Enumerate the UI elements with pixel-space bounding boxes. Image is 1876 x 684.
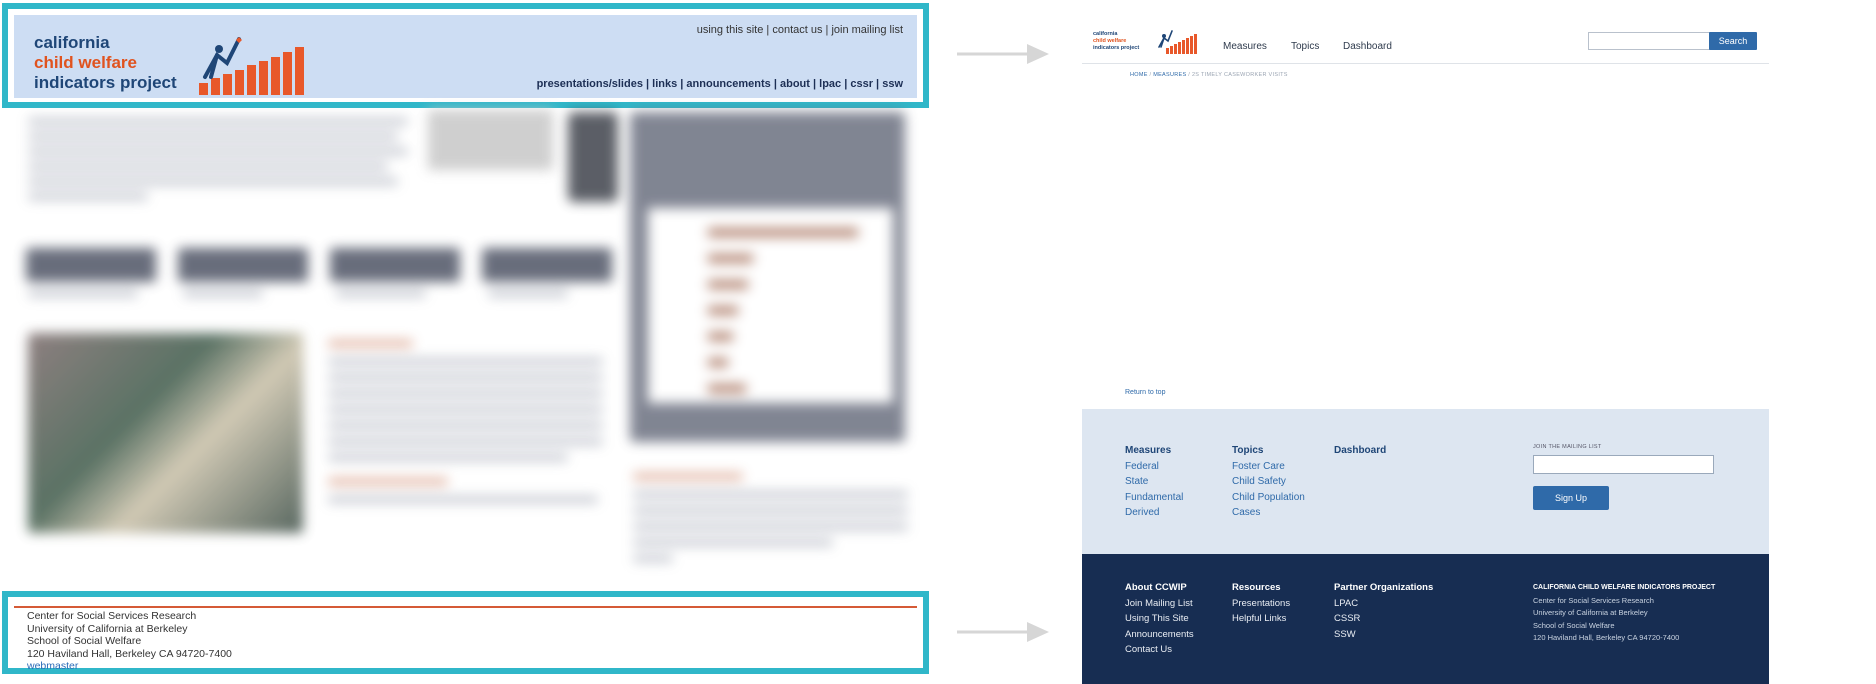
- footer-address-line: School of Social Welfare: [1533, 620, 1615, 630]
- old-logo-line-1: california: [34, 33, 110, 52]
- footer-link-ssw[interactable]: SSW: [1334, 627, 1433, 643]
- new-logo[interactable]: california child welfare indicators proj…: [1093, 31, 1139, 52]
- footer-dashboard-title[interactable]: Dashboard: [1334, 443, 1386, 459]
- footer-link-cases[interactable]: Cases: [1232, 505, 1305, 521]
- return-to-top-link[interactable]: Return to top: [1125, 389, 1165, 396]
- separator: |: [770, 78, 780, 90]
- breadcrumb-separator: /: [1188, 72, 1191, 78]
- separator: |: [841, 78, 851, 90]
- old-nav-presentations[interactable]: presentations/slides: [537, 78, 643, 90]
- sign-up-button[interactable]: Sign Up: [1533, 486, 1609, 510]
- old-nav-lpac[interactable]: lpac: [819, 78, 841, 90]
- old-link-contact[interactable]: contact us: [772, 24, 822, 36]
- footer-resources-title: Resources: [1232, 582, 1281, 593]
- mailing-list-email-input[interactable]: [1533, 455, 1714, 474]
- separator: |: [763, 24, 773, 36]
- separator: |: [809, 78, 820, 90]
- old-footer-line: School of Social Welfare: [27, 635, 142, 647]
- old-nav-about[interactable]: about: [780, 78, 810, 90]
- old-header-highlight: california child welfare indicators proj…: [2, 3, 929, 108]
- search-input[interactable]: [1588, 32, 1710, 50]
- footer-address-line: Center for Social Services Research: [1533, 595, 1654, 605]
- footer-link-lpac[interactable]: LPAC: [1334, 596, 1433, 612]
- footer-link-foster-care[interactable]: Foster Care: [1232, 459, 1305, 475]
- footer-link-derived[interactable]: Derived: [1125, 505, 1183, 521]
- nav-dashboard[interactable]: Dashboard: [1343, 41, 1392, 52]
- old-site-header: california child welfare indicators proj…: [14, 15, 917, 98]
- old-footer-highlight: Center for Social Services Research Univ…: [2, 591, 929, 674]
- reaching-figure-bar-chart-icon: [199, 37, 304, 95]
- old-main-nav: presentations/slides | links | announcem…: [537, 78, 903, 90]
- footer-address-block: CALIFORNIA CHILD WELFARE INDICATORS PROJ…: [1533, 582, 1715, 645]
- breadcrumb: HOME / MEASURES / 2S TIMELY CASEWORKER V…: [1130, 72, 1288, 78]
- separator: |: [642, 78, 653, 90]
- footer-address-line: University of California at Berkeley: [1533, 608, 1648, 617]
- arrow-right-icon: [957, 44, 1049, 64]
- breadcrumb-separator: /: [1149, 72, 1152, 78]
- nav-measures[interactable]: Measures: [1223, 41, 1267, 52]
- old-link-mailing-list[interactable]: join mailing list: [831, 24, 903, 36]
- footer-link-federal[interactable]: Federal: [1125, 459, 1183, 475]
- old-footer-divider: [14, 606, 917, 608]
- footer-partners-column: Partner Organizations LPAC CSSR SSW: [1334, 580, 1433, 642]
- breadcrumb-measures[interactable]: MEASURES: [1153, 72, 1186, 78]
- footer-address-line: 120 Haviland Hall, Berkeley CA 94720-740…: [1533, 633, 1680, 642]
- mailing-list-label: JOIN THE MAILING LIST: [1533, 444, 1602, 450]
- nav-topics[interactable]: Topics: [1291, 41, 1319, 52]
- new-logo-line-1: california: [1093, 31, 1118, 37]
- footer-link-contact-us[interactable]: Contact Us: [1125, 642, 1194, 658]
- footer-resources-column: Resources Presentations Helpful Links: [1232, 580, 1290, 627]
- old-footer-address: Center for Social Services Research Univ…: [27, 610, 232, 673]
- separator: |: [873, 78, 883, 90]
- footer-link-presentations[interactable]: Presentations: [1232, 596, 1290, 612]
- footer-measures-title[interactable]: Measures: [1125, 443, 1183, 459]
- footer-link-state[interactable]: State: [1125, 474, 1183, 490]
- old-logo-line-3: indicators project: [34, 73, 177, 92]
- old-nav-ssw[interactable]: ssw: [882, 78, 903, 90]
- site-footer: About CCWIP Join Mailing List Using This…: [1082, 554, 1769, 684]
- new-logo-line-2: child welfare: [1093, 38, 1127, 44]
- footer-about-column: About CCWIP Join Mailing List Using This…: [1125, 580, 1194, 658]
- arrow-right-icon: [957, 622, 1049, 642]
- footer-dashboard-column: Dashboard: [1334, 443, 1386, 459]
- old-footer-line: Center for Social Services Research: [27, 610, 197, 622]
- footer-link-join-mailing-list[interactable]: Join Mailing List: [1125, 596, 1194, 612]
- footer-link-cssr[interactable]: CSSR: [1334, 611, 1433, 627]
- footer-measures-column: Measures Federal State Fundamental Deriv…: [1125, 443, 1183, 521]
- footer-topics-title[interactable]: Topics: [1232, 443, 1305, 459]
- old-nav-links[interactable]: links: [652, 78, 677, 90]
- footer-link-fundamental[interactable]: Fundamental: [1125, 490, 1183, 506]
- old-logo-line-2: child welfare: [34, 53, 137, 72]
- new-logo-line-3: indicators project: [1093, 45, 1140, 51]
- old-site-blurred-content: [8, 108, 928, 588]
- footer-link-child-population[interactable]: Child Population: [1232, 490, 1305, 506]
- footer-link-child-safety[interactable]: Child Safety: [1232, 474, 1305, 490]
- footer-address-title: CALIFORNIA CHILD WELFARE INDICATORS PROJ…: [1533, 584, 1716, 591]
- old-footer-webmaster-link[interactable]: webmaster: [27, 660, 232, 673]
- new-site-mockup: california child welfare indicators proj…: [1082, 0, 1769, 684]
- old-footer-line: 120 Haviland Hall, Berkeley CA 94720-740…: [27, 647, 232, 660]
- search-button[interactable]: Search: [1709, 32, 1757, 50]
- old-nav-cssr[interactable]: cssr: [850, 78, 873, 90]
- footer-partners-title: Partner Organizations: [1334, 582, 1434, 593]
- old-utility-links: using this site | contact us | join mail…: [697, 24, 903, 36]
- reaching-figure-bar-chart-icon: [1158, 30, 1197, 54]
- old-link-using-site[interactable]: using this site: [697, 24, 764, 36]
- old-footer-line: University of California at Berkeley: [27, 622, 188, 635]
- footer-link-announcements[interactable]: Announcements: [1125, 627, 1194, 643]
- breadcrumb-home[interactable]: HOME: [1130, 72, 1148, 78]
- footer-topics-column: Topics Foster Care Child Safety Child Po…: [1232, 443, 1305, 521]
- new-site-header: california child welfare indicators proj…: [1082, 22, 1769, 64]
- old-nav-announcements[interactable]: announcements: [686, 78, 770, 90]
- footer-about-title: About CCWIP: [1125, 582, 1187, 593]
- footer-link-helpful-links[interactable]: Helpful Links: [1232, 611, 1290, 627]
- footer-nav-band: Measures Federal State Fundamental Deriv…: [1082, 409, 1769, 554]
- breadcrumb-current: 2S TIMELY CASEWORKER VISITS: [1191, 72, 1288, 78]
- footer-link-using-this-site[interactable]: Using This Site: [1125, 611, 1194, 627]
